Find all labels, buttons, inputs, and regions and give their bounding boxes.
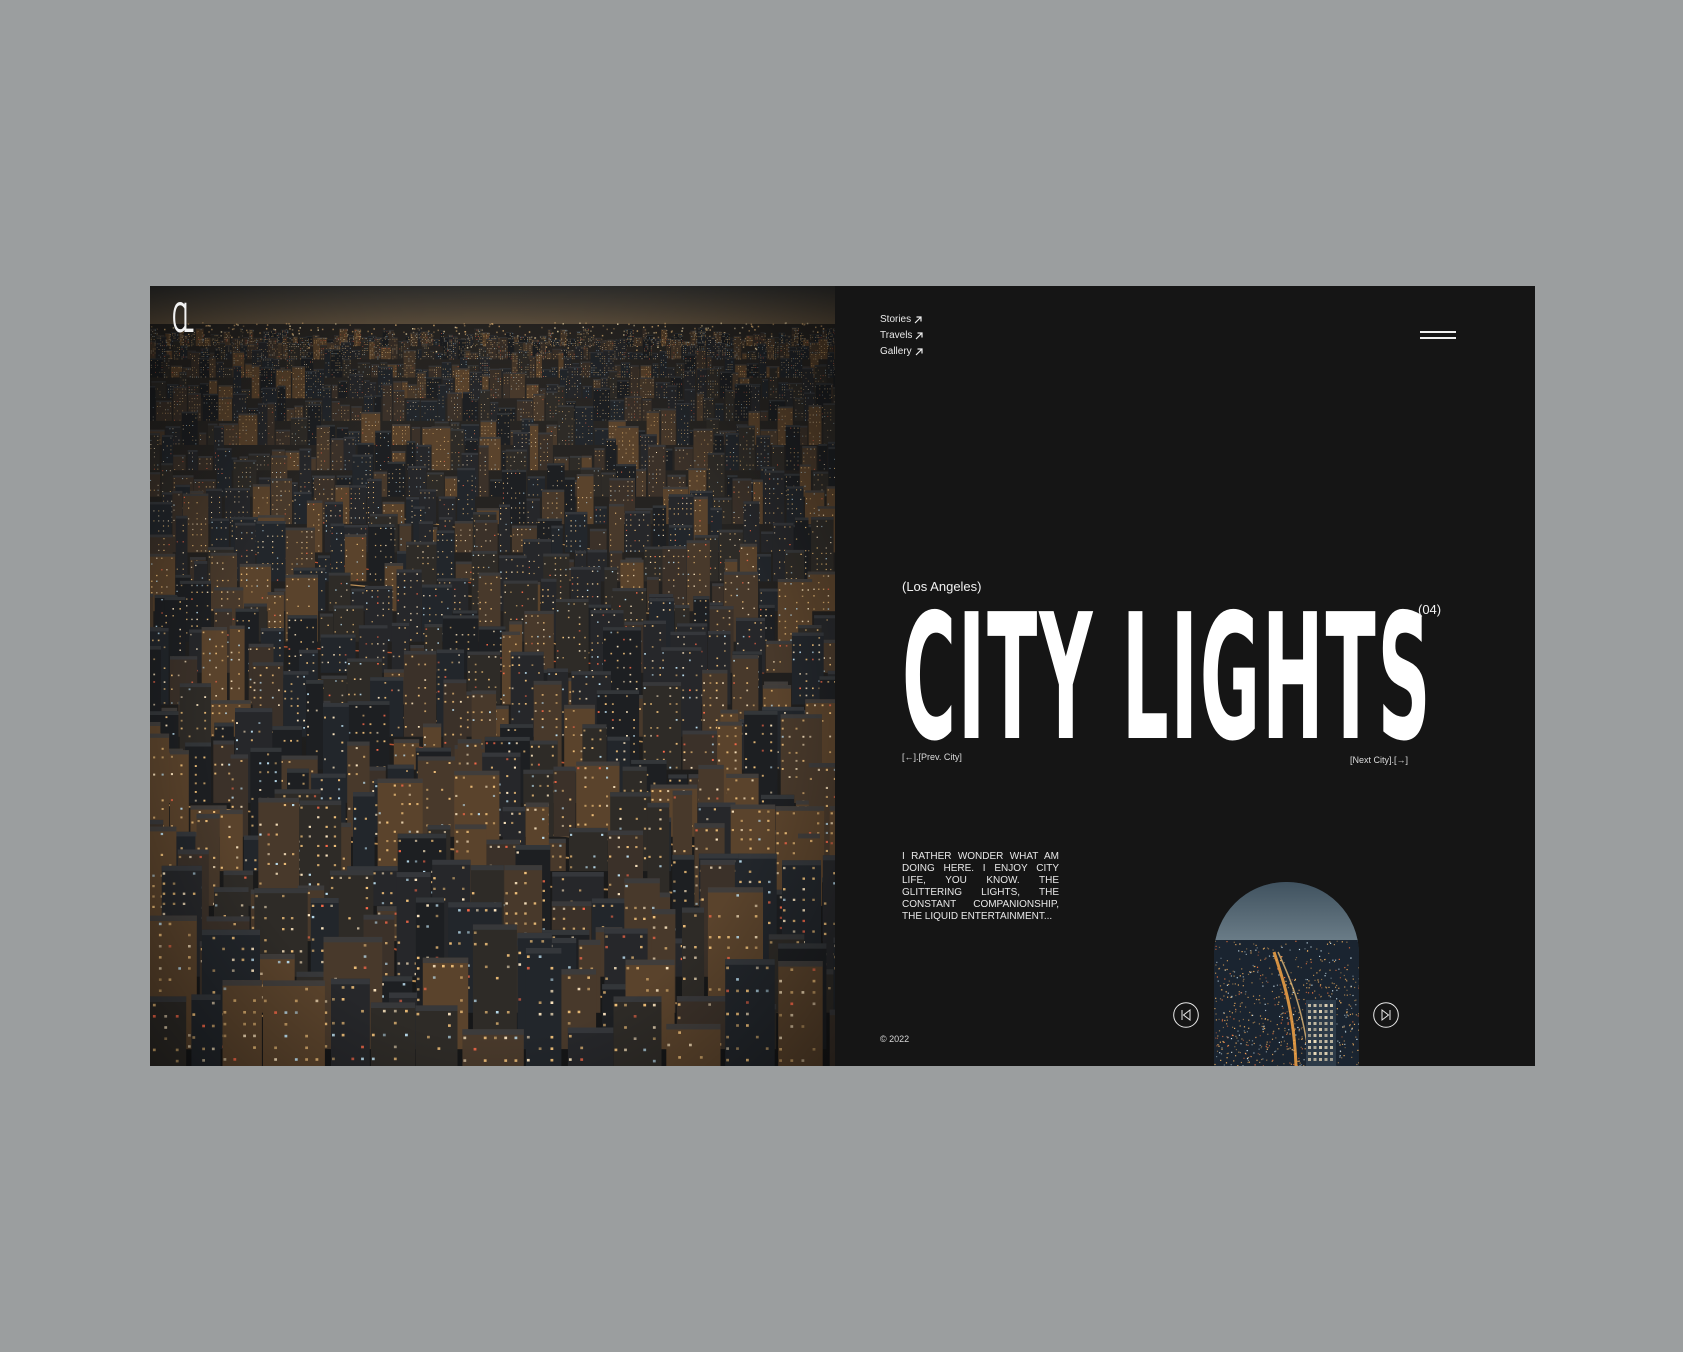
page-title: CITY LIGHTS [902,577,1433,780]
nav-item-travels[interactable]: Travels [880,329,924,342]
nav-item-stories[interactable]: Stories [880,313,923,326]
next-city-link[interactable]: [Next City].[→] [1350,755,1408,765]
nav-item-gallery[interactable]: Gallery [880,345,923,358]
arrow-up-right-icon [915,331,924,339]
nav-item-label: Travels [880,330,913,341]
landing-frame: CL Stories Travels Gallery (Los Angeles)… [150,286,1535,1066]
arrow-up-right-icon [915,347,923,355]
primary-nav: Stories Travels Gallery [880,313,924,358]
nav-item-label: Gallery [880,346,912,357]
hamburger-menu-icon[interactable] [1420,329,1458,343]
city-count-badge: (04) [1418,602,1442,617]
copyright-text: © 2022 [880,1034,910,1044]
site-logo[interactable]: CL [172,296,194,342]
city-description: I rather wonder what am doing here. I en… [902,851,1059,922]
prev-city-link[interactable]: [←].[Prev. City] [902,752,962,762]
city-thumbnail-image [1214,882,1359,1066]
arrow-up-right-icon [914,315,922,323]
hero-city-photo: CL [150,286,835,1066]
skip-back-icon[interactable] [1173,1002,1199,1028]
city-night-image [150,286,835,1066]
skip-forward-icon[interactable] [1373,1002,1399,1028]
next-city-thumbnail[interactable] [1214,882,1359,1066]
nav-item-label: Stories [880,314,912,325]
